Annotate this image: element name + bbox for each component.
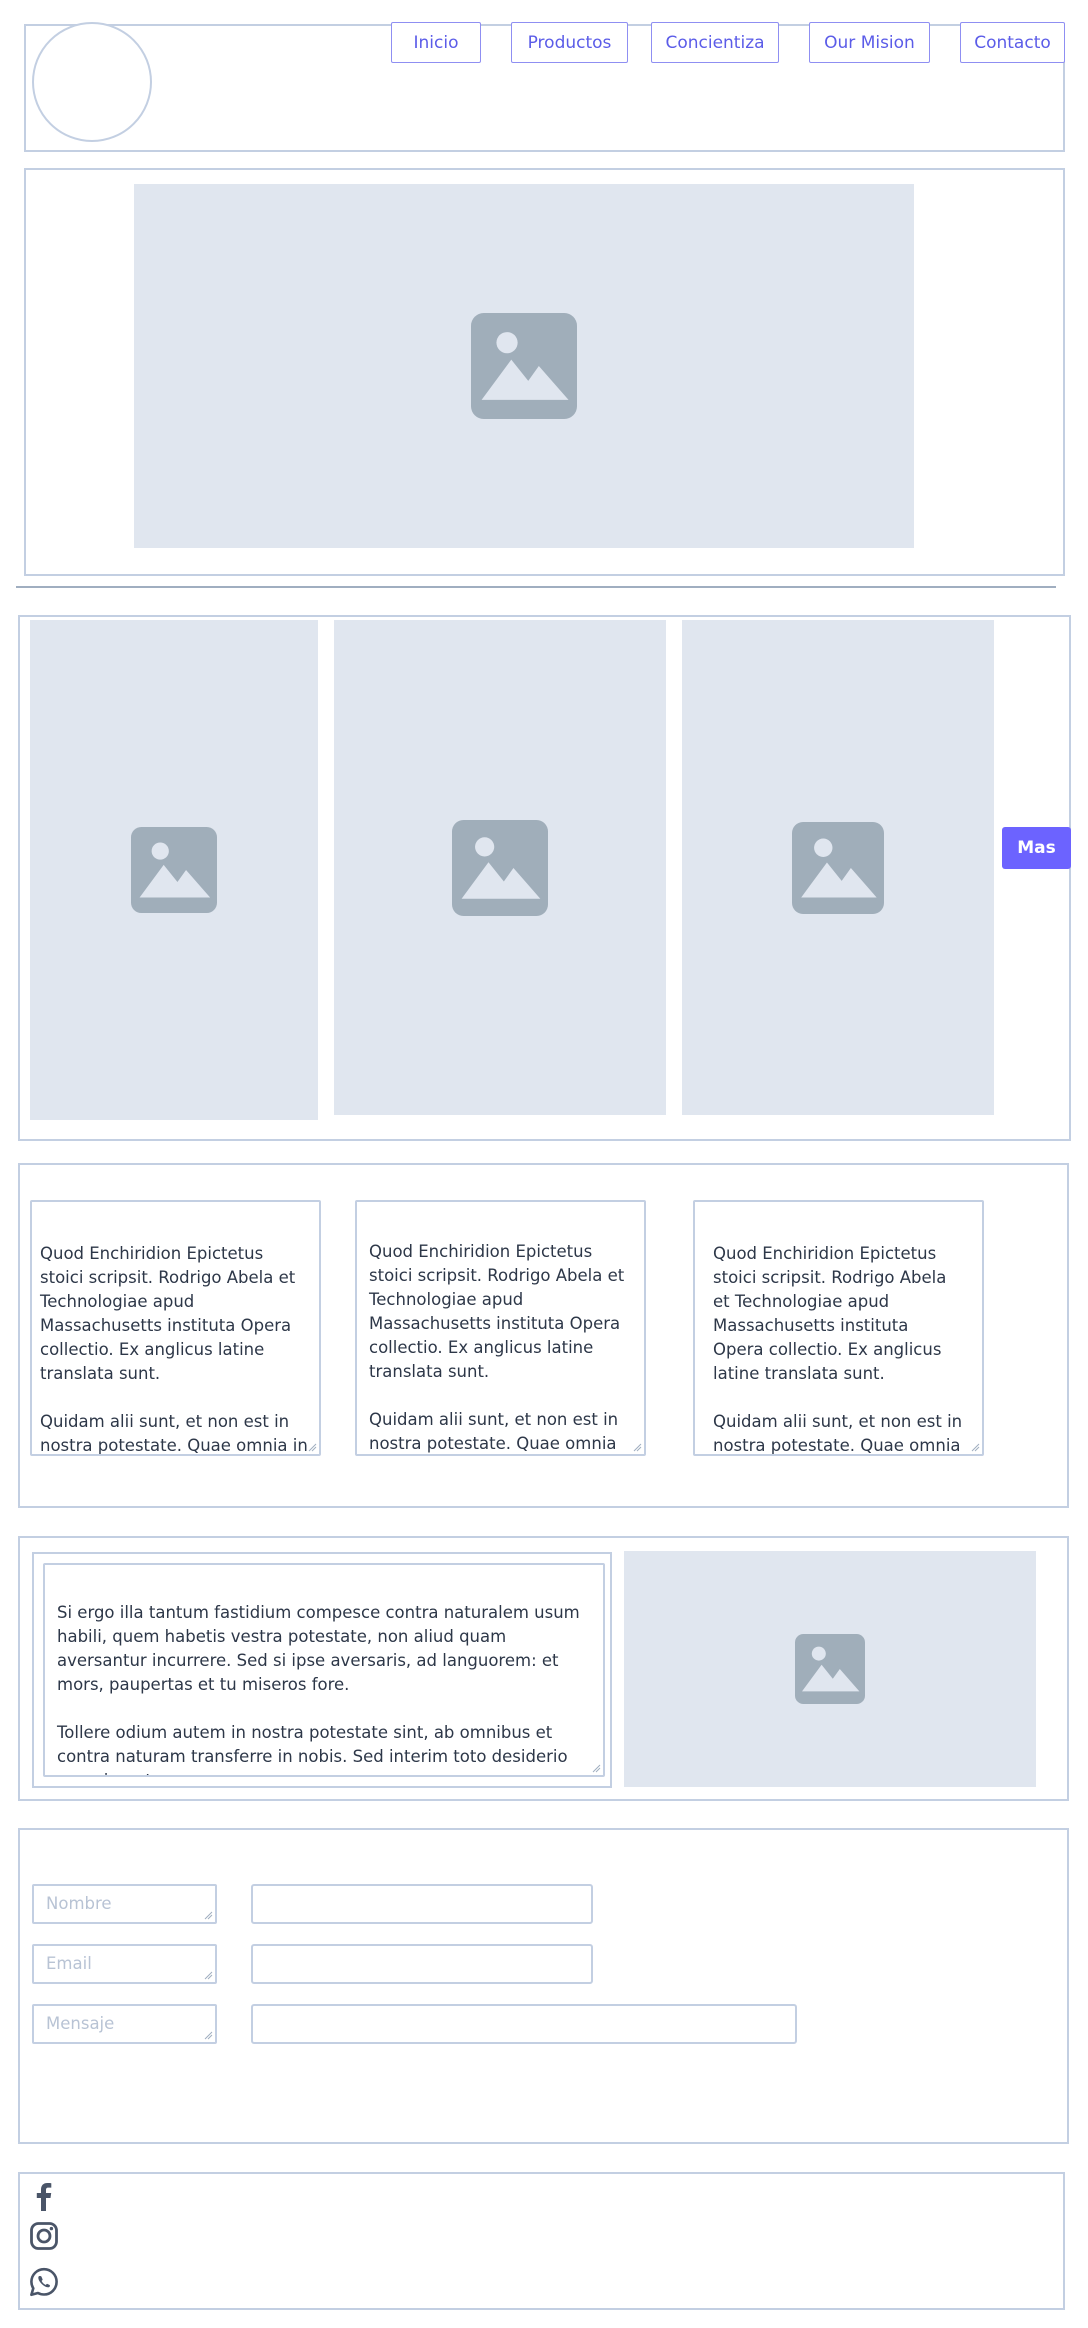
resize-handle-icon[interactable] xyxy=(592,1764,601,1773)
resize-handle-icon xyxy=(204,1911,213,1920)
more-button[interactable]: Mas xyxy=(1002,827,1071,869)
text-card-text: Quod Enchiridion Epictetus stoici scrips… xyxy=(369,1242,625,1453)
message-label: Mensaje xyxy=(32,2004,217,2044)
resize-handle-icon xyxy=(204,2031,213,2040)
image-placeholder-icon xyxy=(792,821,884,914)
message-field[interactable] xyxy=(251,2004,797,2044)
instagram-icon[interactable] xyxy=(28,2220,60,2252)
text-card-text: Quod Enchiridion Epictetus stoici scrips… xyxy=(40,1244,308,1455)
social-footer xyxy=(18,2172,1065,2310)
resize-handle-icon[interactable] xyxy=(633,1443,642,1452)
image-placeholder-icon xyxy=(471,313,577,419)
feature-image xyxy=(624,1551,1036,1787)
text-card-1[interactable]: Quod Enchiridion Epictetus stoici scrips… xyxy=(30,1200,321,1456)
logo[interactable] xyxy=(32,22,152,142)
nav-concientiza[interactable]: Concientiza xyxy=(651,22,779,63)
contact-form-section xyxy=(18,1828,1069,2144)
nav-productos[interactable]: Productos xyxy=(511,22,628,63)
divider xyxy=(16,586,1056,588)
facebook-icon[interactable] xyxy=(28,2180,60,2212)
gallery-image-2 xyxy=(334,620,666,1115)
image-placeholder-icon xyxy=(795,1634,865,1704)
image-placeholder-icon xyxy=(452,819,548,916)
resize-handle-icon xyxy=(204,1971,213,1980)
nav-contacto[interactable]: Contacto xyxy=(960,22,1065,63)
text-card-3[interactable]: Quod Enchiridion Epictetus stoici scrips… xyxy=(693,1200,984,1456)
whatsapp-icon[interactable] xyxy=(28,2266,60,2298)
message-label-text: Mensaje xyxy=(46,2014,115,2033)
gallery-image-3 xyxy=(682,620,994,1115)
nav-inicio[interactable]: Inicio xyxy=(391,22,481,63)
name-field[interactable] xyxy=(251,1884,593,1924)
text-card-2[interactable]: Quod Enchiridion Epictetus stoici scrips… xyxy=(355,1200,646,1456)
feature-text[interactable]: Si ergo illa tantum fastidium compesce c… xyxy=(43,1563,605,1777)
name-label-text: Nombre xyxy=(46,1894,112,1913)
email-label-text: Email xyxy=(46,1954,92,1973)
feature-text-content: Si ergo illa tantum fastidium compesce c… xyxy=(57,1603,580,1775)
nav-our-mision[interactable]: Our Mision xyxy=(809,22,930,63)
resize-handle-icon[interactable] xyxy=(308,1443,317,1452)
name-label: Nombre xyxy=(32,1884,217,1924)
hero-image xyxy=(134,184,914,548)
text-card-text: Quod Enchiridion Epictetus stoici scrips… xyxy=(713,1244,963,1455)
resize-handle-icon[interactable] xyxy=(971,1443,980,1452)
email-label: Email xyxy=(32,1944,217,1984)
image-placeholder-icon xyxy=(131,827,217,913)
email-field[interactable] xyxy=(251,1944,593,1984)
gallery-image-1 xyxy=(30,620,318,1120)
